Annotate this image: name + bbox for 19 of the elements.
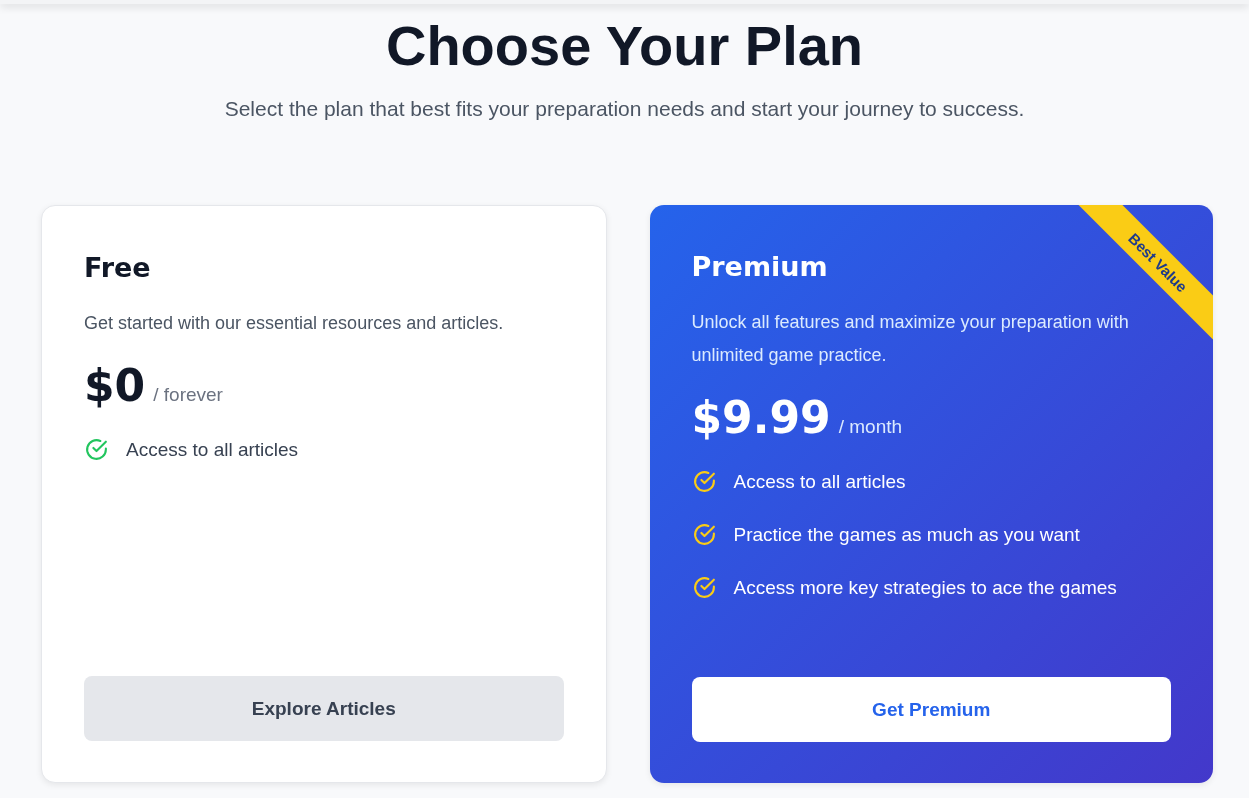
check-circle-icon: [691, 575, 717, 601]
check-circle-icon: [84, 437, 109, 463]
price: $9.99: [691, 392, 831, 444]
price-period: / month: [838, 416, 903, 439]
feature-text: Access more key strategies to ace the games: [733, 576, 1117, 599]
plan-description: Unlock all features and maximize your preparation with unlimited game practice.: [691, 311, 1130, 368]
price-period: / forever: [153, 384, 223, 407]
plan-button[interactable]: Explore Articles: [84, 676, 564, 742]
check-circle-icon: [691, 469, 717, 495]
plan-name: Free: [84, 252, 152, 284]
page-subtitle: Select the plan that best fits your preparation needs and start your journey to success.: [224, 97, 1025, 122]
page-title: Choose Your Plan: [385, 13, 864, 79]
plan-description: Get started with our essential resources and articles.: [84, 312, 505, 336]
price: $0: [84, 360, 146, 412]
feature-text: Access to all articles: [126, 438, 299, 461]
plan-button[interactable]: Get Premium: [691, 677, 1171, 743]
feature-text: Practice the games as much as you want: [733, 523, 1080, 546]
feature-text: Access to all articles: [733, 470, 906, 493]
check-circle-icon: [691, 522, 717, 548]
